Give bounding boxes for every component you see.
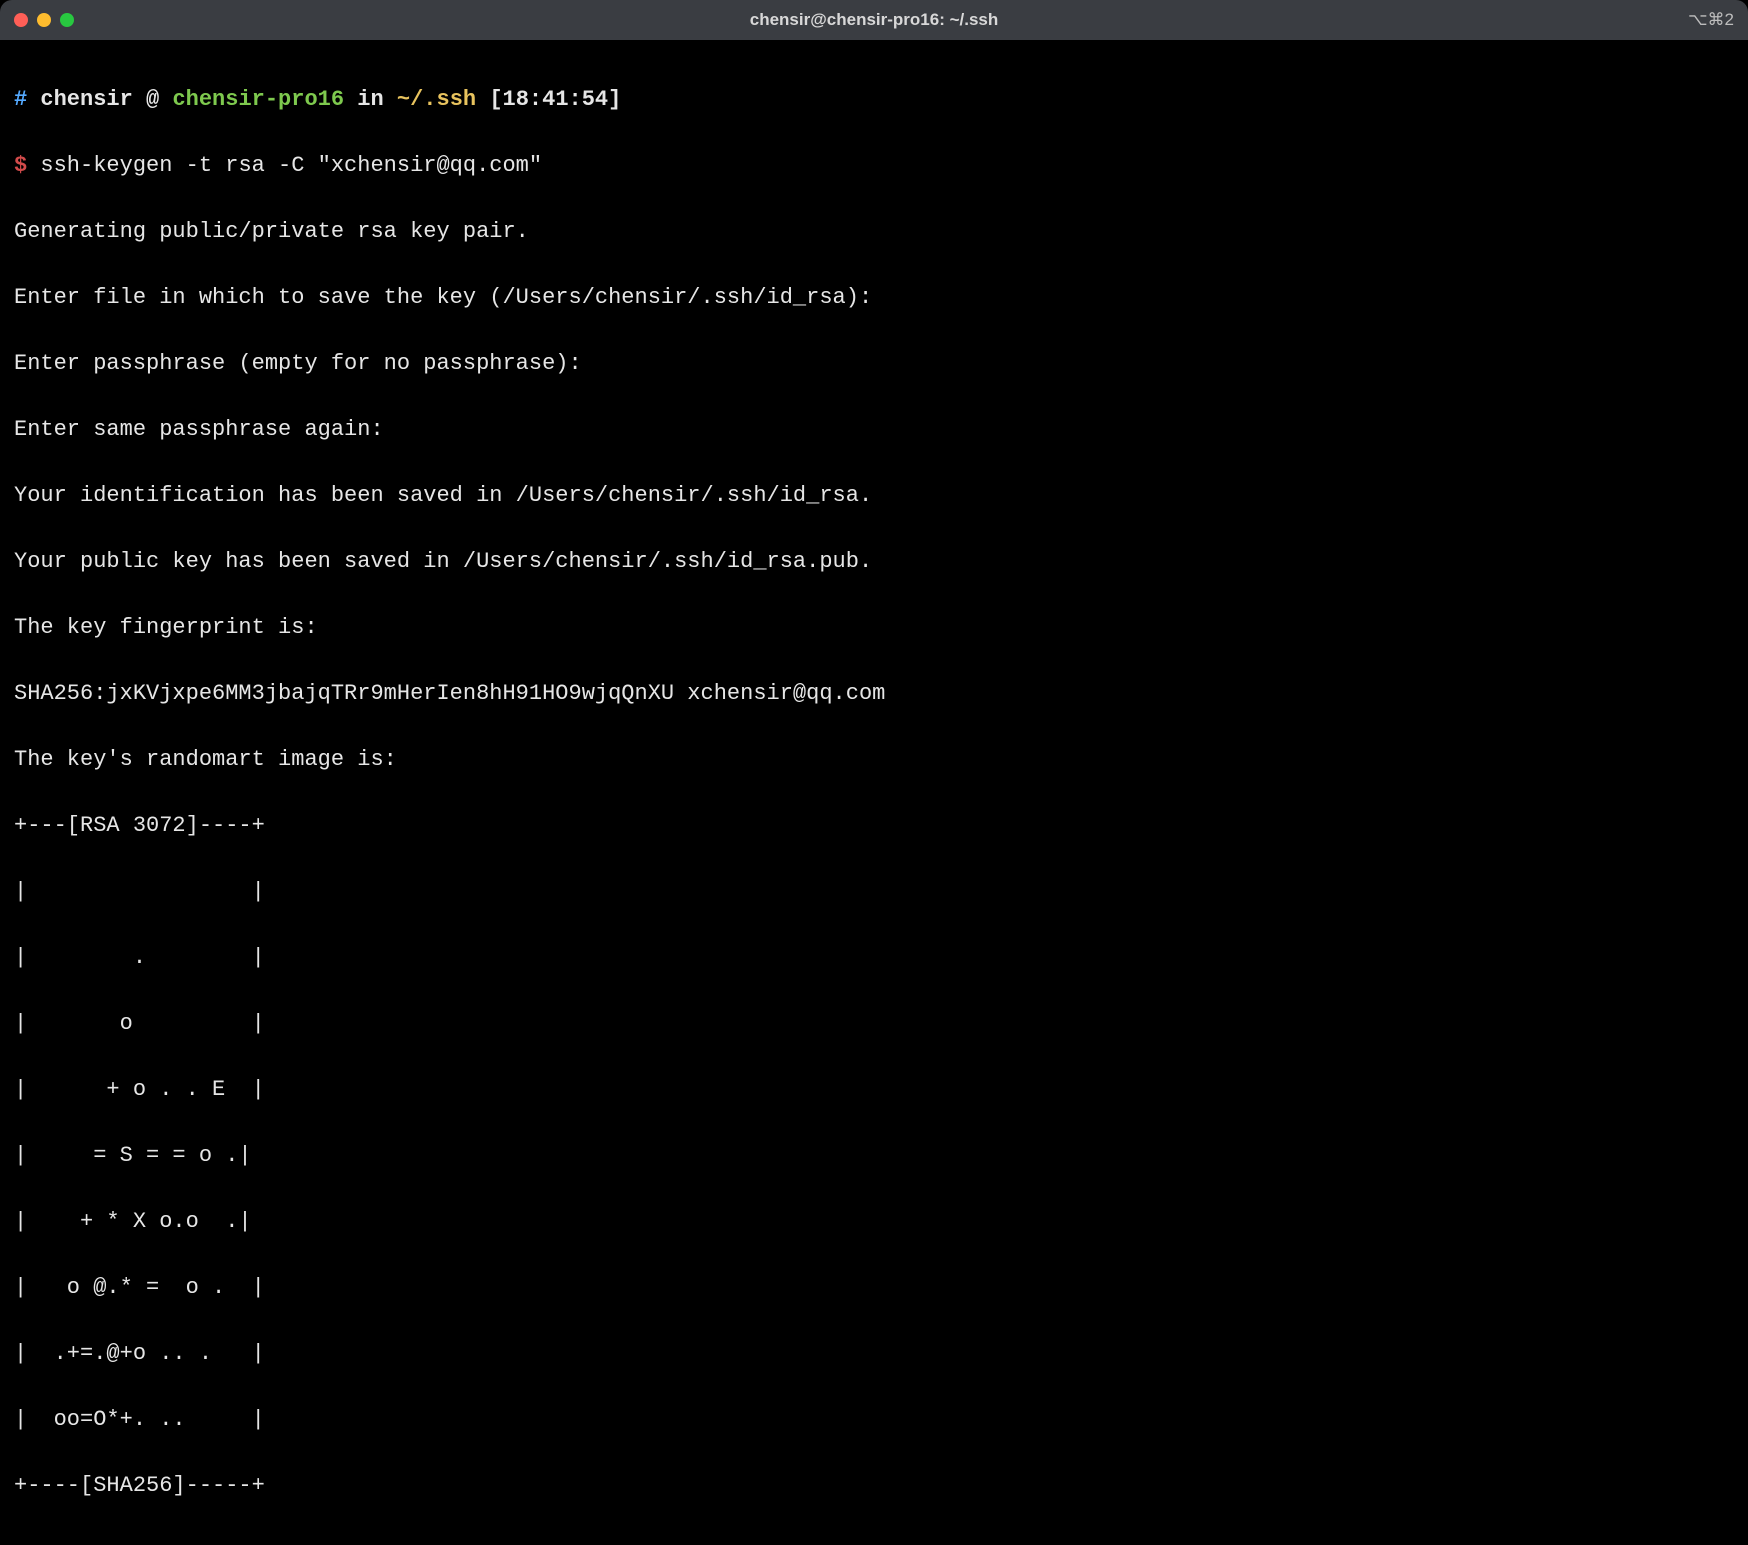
randomart-line: +---[RSA 3072]----+ xyxy=(14,809,1734,842)
maximize-icon[interactable] xyxy=(60,13,74,27)
randomart-line: | = S = = o .| xyxy=(14,1139,1734,1172)
command-text: ssh-keygen -t rsa -C "xchensir@qq.com" xyxy=(40,153,542,178)
output-line: The key's randomart image is: xyxy=(14,743,1734,776)
prompt-user: chensir xyxy=(40,87,132,112)
traffic-lights xyxy=(14,13,74,27)
output-line: Your identification has been saved in /U… xyxy=(14,479,1734,512)
prompt-dollar: $ xyxy=(14,153,27,178)
randomart-line: | o @.* = o . | xyxy=(14,1271,1734,1304)
output-line: Enter same passphrase again: xyxy=(14,413,1734,446)
output-line: The key fingerprint is: xyxy=(14,611,1734,644)
randomart-line: | + * X o.o .| xyxy=(14,1205,1734,1238)
prompt-hash: # xyxy=(14,87,27,112)
output-line: Enter passphrase (empty for no passphras… xyxy=(14,347,1734,380)
close-icon[interactable] xyxy=(14,13,28,27)
randomart-line: | . | xyxy=(14,941,1734,974)
randomart-line: | o | xyxy=(14,1007,1734,1040)
output-line: Your public key has been saved in /Users… xyxy=(14,545,1734,578)
randomart-line: | .+=.@+o .. . | xyxy=(14,1337,1734,1370)
randomart-line: | + o . . E | xyxy=(14,1073,1734,1106)
prompt-at: @ xyxy=(146,87,159,112)
prompt-host: chensir-pro16 xyxy=(172,87,344,112)
prompt-time: [18:41:54] xyxy=(489,87,621,112)
prompt-path: ~/.ssh xyxy=(397,87,476,112)
prompt-line-2: $ ssh-keygen -t rsa -C "xchensir@qq.com" xyxy=(14,149,1734,182)
minimize-icon[interactable] xyxy=(37,13,51,27)
randomart-line: +----[SHA256]-----+ xyxy=(14,1469,1734,1502)
output-line: Generating public/private rsa key pair. xyxy=(14,215,1734,248)
window-title: chensir@chensir-pro16: ~/.ssh xyxy=(750,10,999,30)
prompt-line-1: # chensir @ chensir-pro16 in ~/.ssh [18:… xyxy=(14,83,1734,116)
window-titlebar: chensir@chensir-pro16: ~/.ssh ⌥⌘2 xyxy=(0,0,1748,40)
prompt-in: in xyxy=(357,87,383,112)
output-line: SHA256:jxKVjxpe6MM3jbajqTRr9mHerIen8hH91… xyxy=(14,677,1734,710)
output-line: Enter file in which to save the key (/Us… xyxy=(14,281,1734,314)
terminal-output[interactable]: # chensir @ chensir-pro16 in ~/.ssh [18:… xyxy=(0,40,1748,1545)
randomart-line: | | xyxy=(14,875,1734,908)
randomart-line: | oo=O*+. .. | xyxy=(14,1403,1734,1436)
window-shortcut-indicator: ⌥⌘2 xyxy=(1688,10,1734,30)
